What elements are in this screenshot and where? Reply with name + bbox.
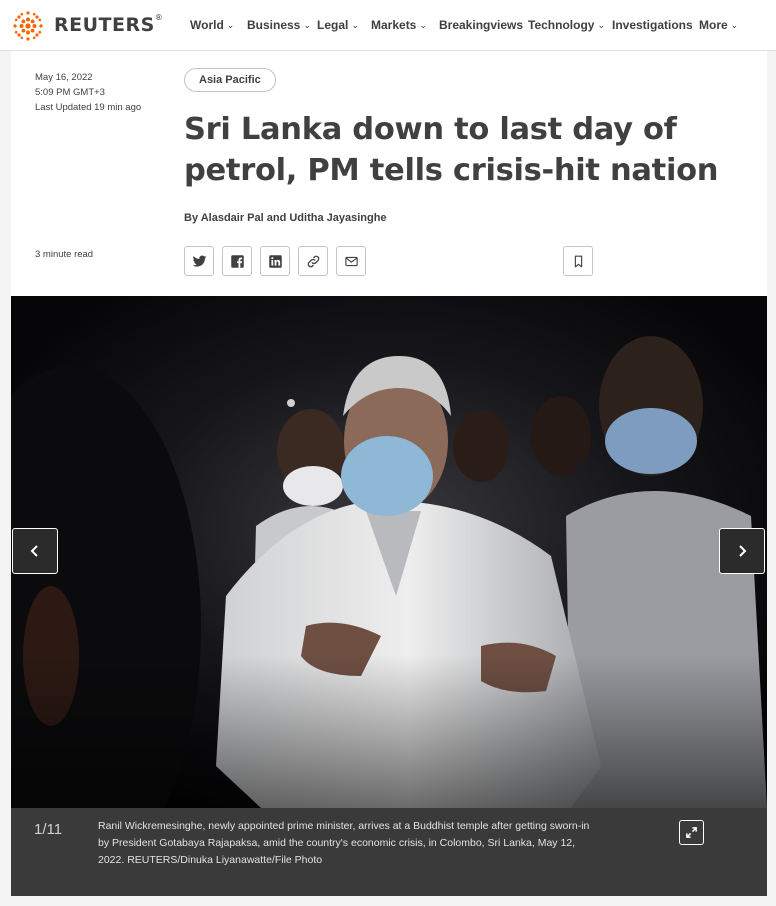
nav-item-investigations[interactable]: Investigations [612,18,693,32]
facebook-icon [230,254,244,268]
chevron-left-icon [30,545,38,557]
publish-time: 5:09 PM GMT+3 [35,87,105,98]
share-linkedin-button[interactable] [260,246,290,276]
share-facebook-button[interactable] [222,246,252,276]
photo-scene [11,296,767,808]
copy-link-button[interactable] [298,246,328,276]
twitter-icon [192,255,206,267]
email-icon [344,256,358,266]
nav-item-world[interactable]: World ⌄ [190,18,234,32]
article-header: May 16, 2022 5:09 PM GMT+3 Last Updated … [11,51,767,296]
nav-item-technology[interactable]: Technology ⌄ [528,18,605,32]
chevron-down-icon: ⌄ [419,20,427,30]
article-meta: May 16, 2022 5:09 PM GMT+3 Last Updated … [35,70,141,115]
share-email-button[interactable] [336,246,366,276]
expand-photo-button[interactable] [679,820,704,845]
link-icon [307,255,319,267]
share-twitter-button[interactable] [184,246,214,276]
read-time: 3 minute read [35,249,94,260]
chevron-down-icon: ⌄ [303,20,311,30]
gallery-counter: 1/11 [34,821,63,838]
bookmark-button[interactable] [563,246,593,276]
chevron-right-icon [739,545,747,557]
chevron-down-icon: ⌄ [226,20,235,30]
bookmark-icon [574,255,582,267]
nav-item-breakingviews[interactable]: Breakingviews [439,18,523,32]
reuters-logo-icon[interactable] [10,8,46,44]
publish-date: May 16, 2022 [35,72,93,83]
expand-icon [686,827,697,838]
nav-item-more[interactable]: More ⌄ [699,18,738,32]
top-navigation: REUTERS® World ⌄ Business ⌄ Legal ⌄ Markets… [0,0,776,51]
gallery-next-button[interactable] [719,528,765,574]
last-updated: Last Updated 19 min ago [35,102,142,113]
chevron-down-icon: ⌄ [351,20,359,30]
nav-item-markets[interactable]: Markets ⌄ [371,18,427,32]
brand-name[interactable]: REUTERS® [54,13,163,36]
chevron-down-icon: ⌄ [597,20,605,30]
nav-item-legal[interactable]: Legal ⌄ [317,18,359,32]
gallery-photo[interactable] [11,296,767,808]
photo-caption-bar: 1/11 Ranil Wickremesinghe, newly appoint… [11,808,767,896]
section-tag[interactable]: Asia Pacific [184,68,276,92]
nav-item-business[interactable]: Business ⌄ [247,18,311,32]
gallery-prev-button[interactable] [12,528,58,574]
photo-caption: Ranil Wickremesinghe, newly appointed pr… [98,820,590,866]
byline[interactable]: By Alasdair Pal and Uditha Jayasinghe [184,212,387,224]
linkedin-icon [268,254,282,268]
chevron-down-icon: ⌄ [730,20,739,30]
headline: Sri Lanka down to last day of petrol, PM… [184,112,719,188]
